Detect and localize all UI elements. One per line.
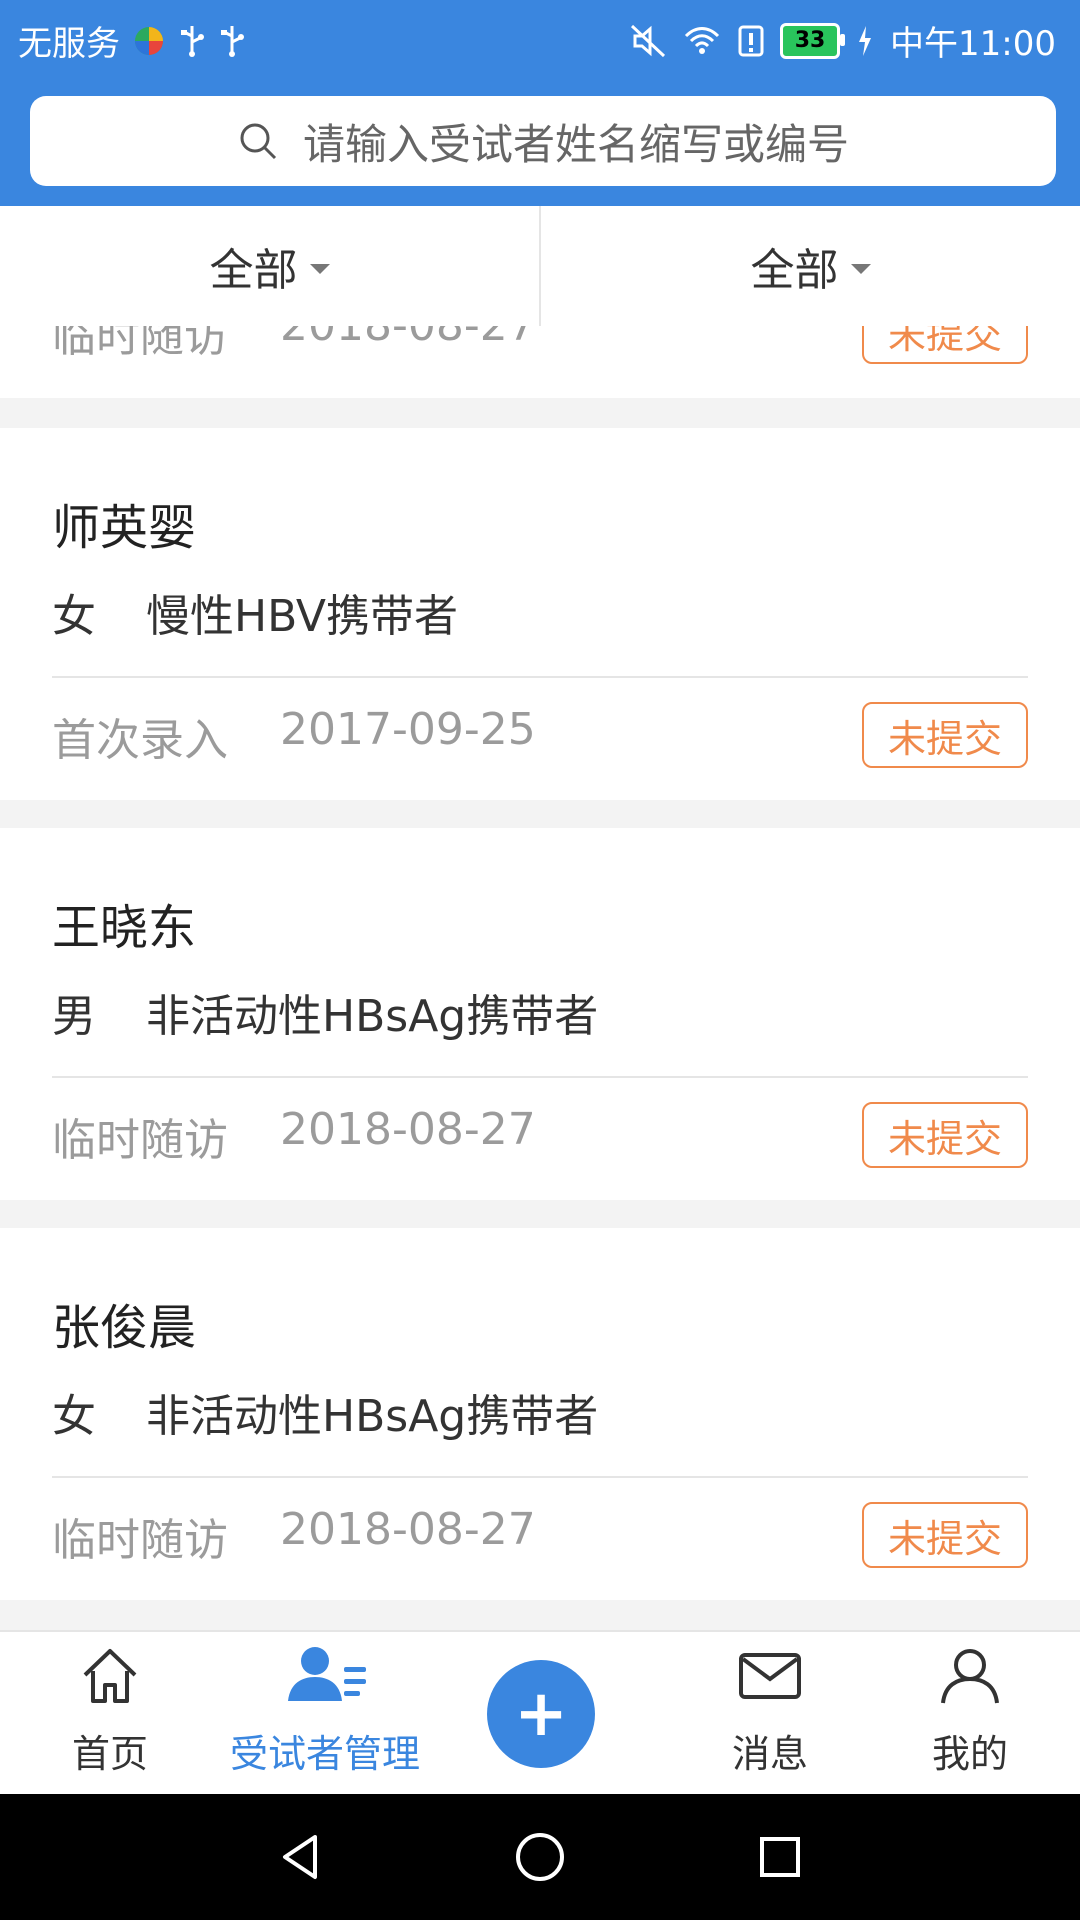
usb-icon [178,24,206,58]
nav-item-messages[interactable]: 消息 [700,1632,840,1796]
add-button[interactable]: + [487,1660,595,1768]
chevron-down-icon [309,264,330,274]
visit-type: 临时随访 [52,1515,228,1566]
visit-date: 2017-09-25 [280,704,536,755]
recent-apps-button[interactable] [745,1822,815,1892]
status-left: 无服务 [18,16,246,65]
status-badge[interactable]: 未提交 [861,1102,1028,1168]
status-badge[interactable]: 未提交 [861,702,1028,768]
visit-date: 2018-08-27 [280,1104,536,1155]
filter-label: 全部 [209,245,298,296]
nav-item-home[interactable]: 首页 [40,1632,180,1796]
visit-type: 临时随访 [52,1115,228,1166]
user-icon [941,1649,999,1704]
battery-level: 33 [794,28,826,53]
status-right: 33 中午11:00 [630,16,1056,65]
subject-list[interactable]: 临时随访 2018-08-27 未提交 师英婴 女 慢性HBV携带者 首次录入 … [0,326,1080,1630]
home-button[interactable] [505,1822,575,1892]
nav-item-subject-management[interactable]: 受试者管理 [210,1632,440,1796]
nav-label: 我的 [931,1732,1008,1776]
subjects-icon [288,1647,366,1701]
visit-date: 2018-08-27 [280,326,536,351]
visit-date: 2018-08-27 [280,1504,536,1555]
nav-label: 受试者管理 [229,1732,420,1776]
nav-item-profile[interactable]: 我的 [900,1632,1040,1796]
nav-label: 首页 [71,1732,148,1776]
list-item[interactable]: 师英婴 女 慢性HBV携带者 首次录入 2017-09-25 未提交 [0,428,1080,800]
chevron-down-icon [850,264,871,274]
search-input[interactable]: 请输入受试者姓名缩写或编号 [30,96,1056,186]
recent-apps-icon [760,1837,800,1877]
divider [52,1076,1028,1078]
wifi-icon [682,24,722,58]
home-circle-icon [516,1833,564,1881]
filter-label: 全部 [750,245,839,296]
visit-type: 首次录入 [52,715,228,766]
mute-icon [630,24,666,58]
filter-bar: 全部 全部 [0,206,1080,328]
subject-gender: 男 [52,991,96,1042]
bottom-navigation: 首页 受试者管理 + 消息 我的 [0,1630,1080,1796]
divider [52,1476,1028,1478]
subject-diagnosis: 慢性HBV携带者 [146,591,459,642]
system-navigation-bar [0,1794,1080,1920]
colorful-app-icon [132,24,166,58]
carrier-text: 无服务 [18,24,120,64]
subject-name: 张俊晨 [52,1300,197,1356]
subject-name: 王晓东 [52,900,197,956]
list-item[interactable]: 王晓东 男 非活动性HBsAg携带者 临时随访 2018-08-27 未提交 [0,828,1080,1200]
subject-diagnosis: 非活动性HBsAg携带者 [146,991,599,1042]
list-item[interactable]: 临时随访 2018-08-27 未提交 [0,326,1080,398]
subject-name: 师英婴 [52,500,197,556]
subject-diagnosis: 非活动性HBsAg携带者 [146,1391,599,1442]
filter-dropdown-2[interactable]: 全部 [539,206,1080,326]
status-time: 中午11:00 [890,24,1056,64]
search-placeholder: 请输入受试者姓名缩写或编号 [302,119,849,169]
home-icon [83,1649,137,1703]
plus-icon: + [514,1677,568,1751]
battery-icon: 33 [780,22,846,59]
subject-gender: 女 [52,591,96,642]
alert-icon [738,24,764,58]
list-item[interactable]: 张俊晨 女 非活动性HBsAg携带者 临时随访 2018-08-27 未提交 [0,1228,1080,1600]
search-icon [237,120,279,162]
top-bar: 无服务 33 中午11:00 请输入受试者姓名缩写或编号 [0,0,1080,206]
back-icon [283,1835,317,1879]
mail-icon [739,1653,801,1699]
usb-icon [218,24,246,58]
charging-icon [856,24,874,58]
visit-type: 临时随访 [52,326,228,362]
subject-gender: 女 [52,1391,96,1442]
divider [52,676,1028,678]
status-badge[interactable]: 未提交 [861,1502,1028,1568]
status-bar: 无服务 33 中午11:00 [0,0,1080,78]
nav-label: 消息 [731,1732,808,1776]
filter-dropdown-1[interactable]: 全部 [0,206,539,326]
status-badge[interactable]: 未提交 [861,326,1028,364]
back-button[interactable] [265,1822,335,1892]
